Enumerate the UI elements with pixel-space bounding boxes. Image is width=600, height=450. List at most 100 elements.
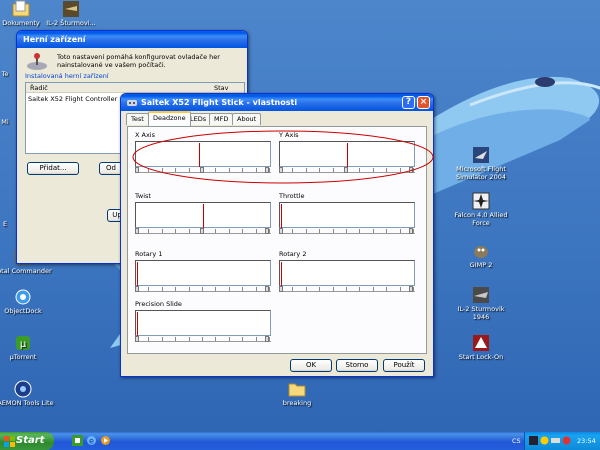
slider-tick [242,229,243,233]
slider-thumb[interactable] [135,286,139,292]
help-button[interactable]: ? [402,96,415,109]
slider-thumb[interactable] [200,228,204,234]
tab-about[interactable]: About [232,113,262,125]
game-controllers-title: Herní zařízení [23,35,86,44]
tab-test[interactable]: Test [126,113,149,125]
axis-label: Twist [135,192,151,200]
taskbar: Start e CS 23:54 [0,432,600,450]
slider-tick [202,337,203,341]
properties-titlebar[interactable]: Saitek X52 Flight Stick - vlastnosti ? × [121,94,433,111]
tray-icon-4[interactable] [562,436,571,445]
slider-thumb[interactable] [135,228,139,234]
axis-label: Throttle [279,192,305,200]
slider-tick [162,337,163,341]
desktop-icon-daemon-tools[interactable]: DAEMON Tools Lite [0,380,54,407]
desktop-icon-falcon[interactable]: Falcon 4.0 Allied Force [450,192,512,227]
slider-tick [373,229,374,233]
documents-folder-icon [12,0,30,17]
axis-panel: Twist [135,192,273,236]
axis-panel: Throttle [279,192,417,236]
tray-icon-2[interactable] [540,436,549,445]
axis-position-marker [137,262,138,286]
slider-tick [306,287,307,291]
quicklaunch-app-icon[interactable] [72,435,83,446]
slider-thumb[interactable] [265,336,269,342]
tab-deadzone[interactable]: Deadzone [148,111,191,126]
clock[interactable]: 23:54 [577,437,596,445]
tray-icon-3[interactable] [551,436,560,445]
ok-button[interactable]: OK [290,359,332,372]
language-indicator[interactable]: CS [512,437,521,445]
axis-deadzone-display [135,310,271,336]
slider-tick [386,229,387,233]
deadzone-slider[interactable] [135,336,271,342]
slider-tick [413,229,414,233]
slider-thumb[interactable] [409,286,413,292]
cancel-button[interactable]: Storno [336,359,378,372]
desktop-icon-il2[interactable]: IL-2 Šturmovi... [40,0,102,27]
desktop-icon-il2-1946[interactable]: IL-2 Sturmovik 1946 [450,286,512,321]
slider-tick [229,287,230,291]
desktop-icon-gimp[interactable]: GIMP 2 [450,242,512,269]
game-controllers-titlebar[interactable]: Herní zařízení [17,31,247,48]
slider-tick [189,287,190,291]
slider-tick [202,287,203,291]
slider-tick [292,229,293,233]
slider-tick [215,287,216,291]
deadzone-slider[interactable] [279,286,415,292]
slider-tick [148,229,149,233]
slider-tick [175,337,176,341]
slider-thumb[interactable] [135,336,139,342]
column-header-driver[interactable]: Řadič [30,84,48,92]
add-device-button[interactable]: Přidat... [27,162,79,175]
quicklaunch-media-icon[interactable] [100,435,111,446]
quicklaunch-ie-icon[interactable]: e [86,435,97,446]
apply-button[interactable]: Použít [383,359,425,372]
slider-thumb[interactable] [265,228,269,234]
start-button[interactable]: Start [0,432,54,450]
axis-deadzone-display [135,202,271,228]
slider-thumb[interactable] [279,286,283,292]
axis-panel: Rotary 2 [279,250,417,294]
slider-tick [175,229,176,233]
device-name: Saitek X52 Flight Controller [28,95,118,103]
deadzone-slider[interactable] [135,228,271,234]
slider-tick [256,337,257,341]
svg-text:e: e [89,437,94,446]
desktop-icon-objectdock[interactable]: ObjectDock [0,288,54,315]
deadzone-slider[interactable] [279,228,415,234]
device-row[interactable]: Saitek X52 Flight Controller [28,95,117,103]
slider-tick [386,287,387,291]
slider-tick [333,287,334,291]
slider-tick [413,287,414,291]
daemon-tools-icon [14,380,32,398]
annotation-ellipse [132,130,434,184]
slider-thumb[interactable] [409,228,413,234]
slider-tick [256,229,257,233]
desktop-icon-utorrent[interactable]: µ µTorrent [0,334,54,361]
desktop-icon-breaking[interactable]: breaking [266,380,328,407]
gimp-icon [474,246,488,258]
close-button[interactable]: × [417,96,430,109]
slider-tick [319,229,320,233]
slider-thumb[interactable] [279,228,283,234]
deadzone-slider[interactable] [135,286,271,292]
slider-thumb[interactable] [265,286,269,292]
desktop-icon-flight-sim[interactable]: Microsoft Flight Simulator 2004 [450,146,512,181]
tray-icon-1[interactable] [529,436,538,445]
slider-tick [306,229,307,233]
desktop-icon-lockon[interactable]: Start Lock-On [450,334,512,361]
axis-position-marker [281,204,282,228]
slider-tick [256,287,257,291]
slider-tick [269,337,270,341]
tab-mfd[interactable]: MFD [209,113,234,125]
folder-icon [288,383,306,397]
slider-tick [215,229,216,233]
system-tray: 23:54 [524,432,600,450]
falcon-icon [472,192,490,210]
column-header-status[interactable]: Stav [214,84,229,92]
axis-position-marker [203,204,204,228]
slider-tick [400,229,401,233]
slider-tick [189,229,190,233]
game-controllers-description: Toto nastavení pomáhá konfigurovat ovlad… [57,53,220,69]
